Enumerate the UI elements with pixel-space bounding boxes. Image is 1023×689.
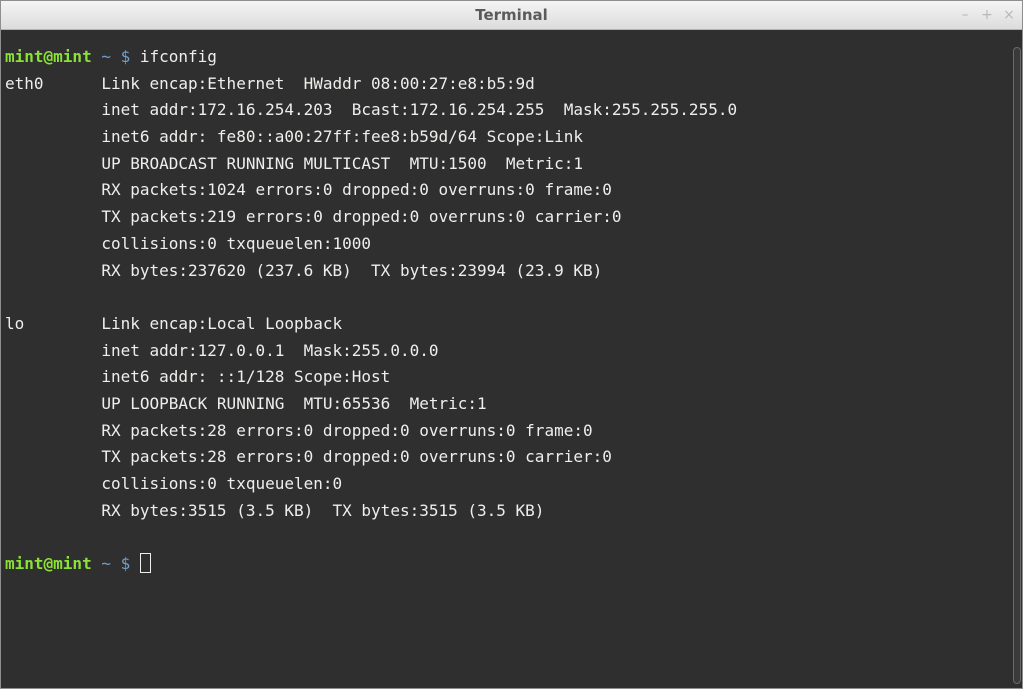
prompt-path: ~ $ — [91, 554, 131, 574]
output-line: eth0 Link encap:Ethernet HWaddr 08:00:27… — [5, 73, 535, 93]
output-line: collisions:0 txqueuelen:1000 — [5, 233, 372, 253]
close-button[interactable]: × — [1000, 6, 1018, 24]
prompt-line: mint@mint ~ $ — [5, 551, 1010, 578]
scrollbar[interactable] — [1012, 47, 1021, 684]
output-line: RX packets:28 errors:0 dropped:0 overrun… — [5, 420, 593, 440]
output-line: inet addr:127.0.0.1 Mask:255.0.0.0 — [5, 340, 439, 360]
output-line: TX packets:28 errors:0 dropped:0 overrun… — [5, 447, 612, 467]
command-text: ifconfig — [130, 47, 217, 66]
prompt-user: mint@mint — [5, 47, 92, 66]
prompt-user: mint@mint — [5, 554, 92, 574]
scrollbar-thumb[interactable] — [1013, 47, 1021, 684]
title-bar[interactable]: Terminal – + × — [1, 1, 1022, 30]
output-line: inet addr:172.16.254.203 Bcast:172.16.25… — [5, 100, 738, 120]
maximize-button[interactable]: + — [978, 6, 996, 24]
output-line: inet6 addr: fe80::a00:27ff:fee8:b59d/64 … — [5, 127, 583, 147]
output-line: TX packets:219 errors:0 dropped:0 overru… — [5, 207, 622, 227]
output-line: lo Link encap:Local Loopback — [5, 313, 343, 333]
output-line: RX packets:1024 errors:0 dropped:0 overr… — [5, 180, 612, 200]
prompt-line: mint@mint ~ $ ifconfig — [5, 44, 1010, 71]
window-controls: – + × — [956, 1, 1018, 29]
output-line: collisions:0 txqueuelen:0 — [5, 474, 343, 493]
output-line: UP LOOPBACK RUNNING MTU:65536 Metric:1 — [5, 393, 487, 413]
terminal-area[interactable]: mint@mint ~ $ ifconfig eth0 Link encap:E… — [5, 44, 1010, 684]
prompt-path: ~ $ — [91, 47, 131, 66]
output-line: inet6 addr: ::1/128 Scope:Host — [5, 367, 391, 387]
minimize-button[interactable]: – — [956, 6, 974, 24]
terminal-cursor — [139, 553, 151, 574]
command-text — [130, 554, 140, 573]
window-title: Terminal — [475, 6, 548, 24]
output-line: UP BROADCAST RUNNING MULTICAST MTU:1500 … — [5, 153, 583, 173]
output-line: RX bytes:237620 (237.6 KB) TX bytes:2399… — [5, 260, 603, 280]
output-line: RX bytes:3515 (3.5 KB) TX bytes:3515 (3.… — [5, 500, 545, 520]
terminal-window: Terminal – + × mint@mint ~ $ ifconfig et… — [0, 0, 1023, 689]
